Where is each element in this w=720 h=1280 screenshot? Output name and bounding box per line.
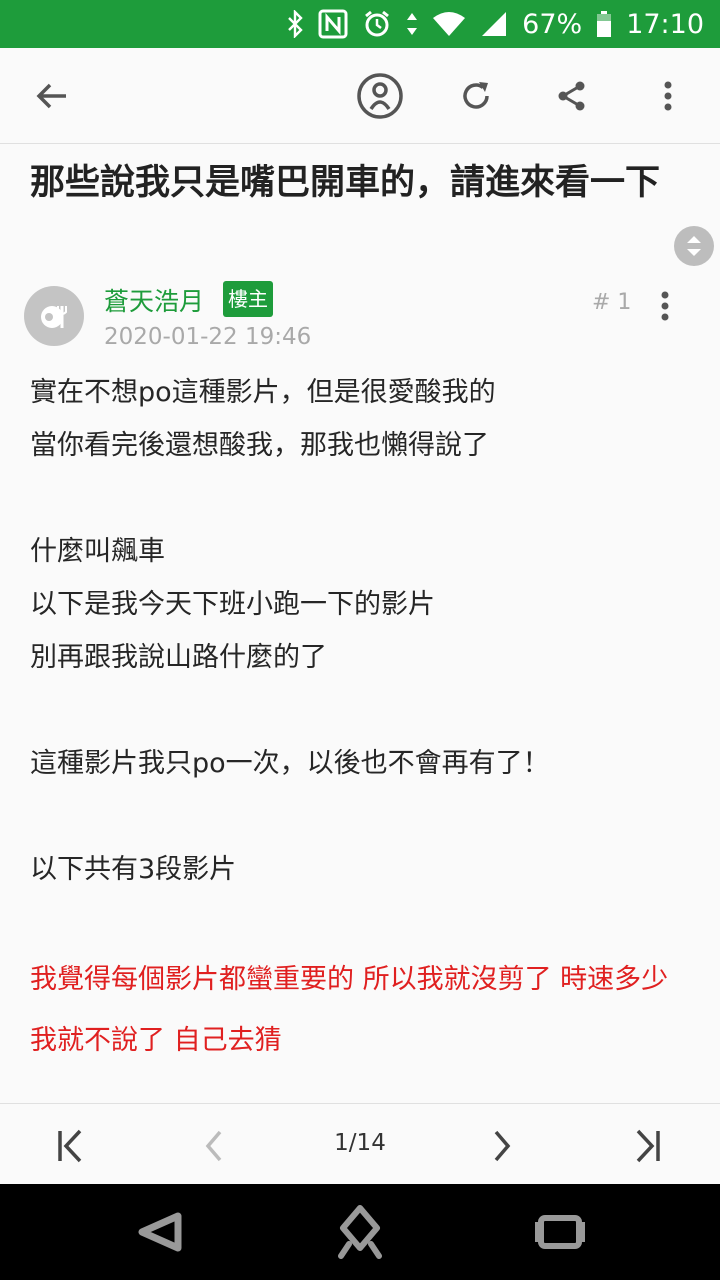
share-icon [558, 81, 585, 111]
last-page-button[interactable] [626, 1124, 670, 1168]
prev-page-button[interactable] [192, 1124, 236, 1168]
post-title: 那些說我只是嘴巴開車的，請進來看一下 [30, 163, 661, 203]
more-vert-icon [661, 291, 669, 321]
account-icon [357, 73, 403, 119]
body-line: 當你看完後還想酸我，那我也懶得說了 [30, 430, 489, 461]
battery-icon [596, 10, 612, 38]
pagination-bar: 1/14 [0, 1103, 720, 1184]
status-bar: 67% 17:10 [0, 0, 720, 48]
data-arrows-icon [406, 11, 418, 37]
nav-back-button[interactable] [132, 1204, 188, 1260]
nav-home-button[interactable] [332, 1204, 388, 1260]
bluetooth-icon [286, 10, 304, 38]
body-line: 以下是我今天下班小跑一下的影片 [30, 589, 435, 620]
highlight-text: 我覺得每個影片都蠻重要的 所以我就沒剪了 時速多少我就不說了 自己去猜 [30, 964, 669, 1056]
fast-scroll-handle[interactable] [674, 226, 714, 266]
system-nav-bar [0, 1184, 720, 1280]
body-line [30, 684, 694, 737]
back-arrow-icon [36, 83, 66, 109]
nav-home-icon [338, 1205, 382, 1259]
account-button[interactable] [352, 68, 408, 124]
post-body: 實在不想po這種影片，但是很愛酸我的 當你看完後還想酸我，那我也懶得說了 什麼叫… [30, 366, 694, 1071]
refresh-icon [463, 82, 489, 109]
back-button[interactable] [24, 68, 80, 124]
body-line: 以下共有3段影片 [30, 854, 237, 885]
post-content: 那些說我只是嘴巴開車的，請進來看一下 蒼天浩月 樓主 2020-01-22 19… [0, 144, 720, 1104]
refresh-button[interactable] [448, 68, 504, 124]
cell-signal-icon [480, 10, 508, 38]
first-page-button[interactable] [48, 1124, 92, 1168]
alarm-icon [362, 9, 392, 39]
last-page-icon [636, 1129, 660, 1163]
chevron-left-icon [205, 1130, 222, 1162]
share-button[interactable] [544, 68, 600, 124]
avatar[interactable] [24, 286, 84, 346]
author-name[interactable]: 蒼天浩月 [104, 282, 204, 318]
default-avatar-icon [41, 306, 67, 328]
page-indicator[interactable]: 1/14 [300, 1130, 420, 1156]
body-line: 這種影片我只po一次，以後也不會再有了！ [30, 748, 550, 779]
body-line: 實在不想po這種影片，但是很愛酸我的 [30, 377, 496, 408]
more-vert-icon [664, 81, 672, 111]
clock: 17:10 [626, 8, 704, 40]
chevron-right-icon [494, 1130, 511, 1162]
nav-back-icon [138, 1212, 182, 1252]
scroll-arrows-icon [687, 236, 701, 256]
wifi-icon [432, 10, 466, 38]
next-page-button[interactable] [480, 1124, 524, 1168]
first-page-icon [58, 1129, 82, 1163]
post-date: 2020-01-22 19:46 [104, 324, 312, 350]
nav-recents-button[interactable] [532, 1204, 588, 1260]
body-line [30, 896, 694, 949]
body-line: 什麼叫飆車 [30, 536, 165, 567]
body-line: 別再跟我說山路什麼的了 [30, 642, 327, 673]
more-options-button[interactable] [640, 68, 696, 124]
nav-recents-icon [535, 1215, 585, 1249]
body-line [30, 472, 694, 525]
op-badge: 樓主 [223, 281, 273, 317]
floor-number: # 1 [592, 290, 632, 315]
nfc-icon [318, 9, 348, 39]
post-menu-button[interactable] [650, 286, 680, 326]
battery-percent: 67% [522, 8, 583, 40]
body-line [30, 790, 694, 843]
app-bar [0, 48, 720, 144]
